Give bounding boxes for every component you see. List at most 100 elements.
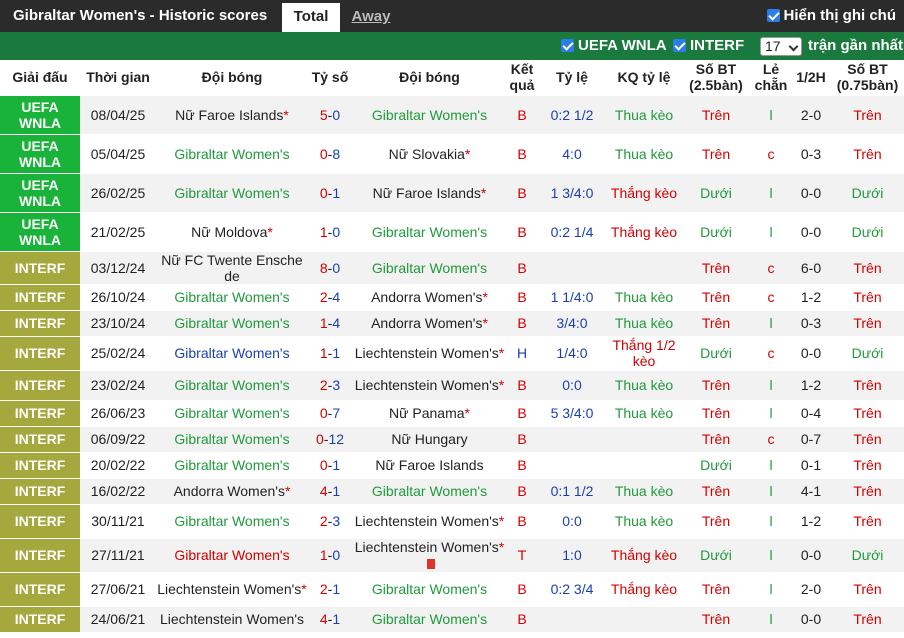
league-cell[interactable]: INTERF [0,477,80,504]
score-cell[interactable]: 8-0 [308,250,352,284]
table-row[interactable]: UEFA WNLA 21/02/25 Nữ Moldova* 1-0 Gibraltar… [0,211,904,251]
league-cell[interactable]: INTERF [0,537,80,572]
score-cell[interactable]: 2-3 [308,503,352,538]
home-team[interactable]: Gibraltar Women's [174,315,289,331]
score-cell[interactable]: 4-1 [308,477,352,504]
away-team-cell[interactable]: Nữ Faroe Islands* [352,172,507,212]
score-cell[interactable]: 2-3 [308,369,352,400]
home-team[interactable]: Gibraltar Women's [174,146,289,162]
home-team-cell[interactable]: Gibraltar Women's [156,369,308,400]
table-row[interactable]: INTERF 26/06/23 Gibraltar Women's 0-7 Nữ Pan… [0,399,904,426]
tab-total[interactable]: Total [282,3,340,32]
table-row[interactable]: INTERF 27/06/21 Liechtenstein Women's* 2-1 G… [0,571,904,606]
table-row[interactable]: INTERF 06/09/22 Gibraltar Women's 0-12 Nữ Hu… [0,425,904,452]
league-cell[interactable]: INTERF [0,283,80,310]
away-team[interactable]: Nữ Faroe Islands [375,457,483,473]
league-cell[interactable]: INTERF [0,571,80,606]
recent-count-select[interactable]: 17 [760,37,802,56]
away-team[interactable]: Liechtenstein Women's [355,345,499,361]
league-cell[interactable]: INTERF [0,399,80,426]
home-team[interactable]: Gibraltar Women's [174,405,289,421]
home-team[interactable]: Liechtenstein Women's [160,611,304,627]
checkbox-icon[interactable] [766,9,780,22]
score-cell[interactable]: 1-0 [308,211,352,251]
filter-interf[interactable]: INTERF [673,37,744,54]
away-team[interactable]: Nữ Slovakia [389,146,465,162]
league-cell[interactable]: INTERF [0,250,80,284]
home-team-cell[interactable]: Liechtenstein Women's [156,605,308,632]
home-team-cell[interactable]: Gibraltar Women's [156,309,308,336]
away-team[interactable]: Gibraltar Women's [372,483,487,499]
table-row[interactable]: INTERF 27/11/21 Gibraltar Women's 1-0 Liecht… [0,537,904,572]
table-row[interactable]: INTERF 23/10/24 Gibraltar Women's 1-4 Andorr… [0,309,904,336]
home-team-cell[interactable]: Liechtenstein Women's* [156,571,308,606]
league-cell[interactable]: UEFA WNLA [0,211,80,251]
checkbox-icon[interactable] [673,39,686,52]
home-team-cell[interactable]: Gibraltar Women's [156,133,308,173]
away-team[interactable]: Gibraltar Women's [372,611,487,627]
home-team-cell[interactable]: Gibraltar Women's [156,283,308,310]
filter-uefa[interactable]: UEFA WNLA [561,37,667,54]
table-row[interactable]: UEFA WNLA 26/02/25 Gibraltar Women's 0-1 Nữ … [0,172,904,212]
league-cell[interactable]: INTERF [0,309,80,336]
away-team[interactable]: Liechtenstein Women's [355,513,499,529]
league-cell[interactable]: INTERF [0,335,80,370]
home-team-cell[interactable]: Nữ FC Twente Ensche de [156,250,308,284]
home-team-cell[interactable]: Gibraltar Women's [156,335,308,370]
away-team-cell[interactable]: Gibraltar Women's [352,250,507,284]
score-cell[interactable]: 0-1 [308,451,352,478]
league-cell[interactable]: INTERF [0,369,80,400]
table-row[interactable]: INTERF 24/06/21 Liechtenstein Women's 4-1 Gi… [0,605,904,632]
league-cell[interactable]: INTERF [0,605,80,632]
home-team[interactable]: Nữ FC Twente Ensche de [161,252,302,284]
league-cell[interactable]: INTERF [0,425,80,452]
away-team[interactable]: Gibraltar Women's [372,260,487,276]
home-team[interactable]: Gibraltar Women's [174,289,289,305]
table-row[interactable]: INTERF 26/10/24 Gibraltar Women's 2-4 Andorr… [0,283,904,310]
score-cell[interactable]: 1-0 [308,537,352,572]
home-team-cell[interactable]: Gibraltar Women's [156,503,308,538]
home-team[interactable]: Gibraltar Women's [174,377,289,393]
home-team[interactable]: Gibraltar Women's [174,457,289,473]
home-team[interactable]: Gibraltar Women's [174,513,289,529]
table-row[interactable]: UEFA WNLA 05/04/25 Gibraltar Women's 0-8 Nữ … [0,133,904,173]
away-team[interactable]: Andorra Women's [371,315,482,331]
away-team[interactable]: Liechtenstein Women's [355,377,499,393]
away-team[interactable]: Nữ Panama [389,405,465,421]
home-team-cell[interactable]: Gibraltar Women's [156,425,308,452]
away-team[interactable]: Nữ Hungary [391,431,467,447]
away-team-cell[interactable]: Nữ Panama* [352,399,507,426]
home-team[interactable]: Gibraltar Women's [174,547,289,563]
home-team[interactable]: Liechtenstein Women's [157,581,301,597]
league-cell[interactable]: UEFA WNLA [0,172,80,212]
away-team-cell[interactable]: Liechtenstein Women's* [352,503,507,538]
away-team-cell[interactable]: Liechtenstein Women's* [352,537,507,572]
league-cell[interactable]: INTERF [0,451,80,478]
away-team[interactable]: Nữ Faroe Islands [373,185,481,201]
away-team-cell[interactable]: Gibraltar Women's [352,605,507,632]
home-team-cell[interactable]: Andorra Women's* [156,477,308,504]
home-team[interactable]: Gibraltar Women's [174,345,289,361]
score-cell[interactable]: 0-12 [308,425,352,452]
tab-away[interactable]: Away [350,3,392,32]
home-team-cell[interactable]: Gibraltar Women's [156,399,308,426]
league-cell[interactable]: UEFA WNLA [0,133,80,173]
home-team-cell[interactable]: Gibraltar Women's [156,172,308,212]
table-row[interactable]: UEFA WNLA 08/04/25 Nữ Faroe Islands* 5-0 Gib… [0,94,904,134]
table-row[interactable]: INTERF 20/02/22 Gibraltar Women's 0-1 Nữ Far… [0,451,904,478]
away-team-cell[interactable]: Liechtenstein Women's* [352,369,507,400]
league-cell[interactable]: INTERF [0,503,80,538]
show-notes-toggle[interactable]: Hiển thị ghi chú [766,7,896,24]
league-cell[interactable]: UEFA WNLA [0,94,80,134]
home-team[interactable]: Nữ Faroe Islands [175,107,283,123]
away-team-cell[interactable]: Gibraltar Women's [352,571,507,606]
score-cell[interactable]: 0-8 [308,133,352,173]
home-team[interactable]: Andorra Women's [174,483,285,499]
away-team-cell[interactable]: Liechtenstein Women's* [352,335,507,370]
away-team-cell[interactable]: Gibraltar Women's [352,211,507,251]
away-team[interactable]: Gibraltar Women's [372,107,487,123]
away-team[interactable]: Liechtenstein Women's [355,539,499,555]
score-cell[interactable]: 0-7 [308,399,352,426]
away-team-cell[interactable]: Nữ Faroe Islands [352,451,507,478]
table-row[interactable]: INTERF 16/02/22 Andorra Women's* 4-1 Gibralt… [0,477,904,504]
